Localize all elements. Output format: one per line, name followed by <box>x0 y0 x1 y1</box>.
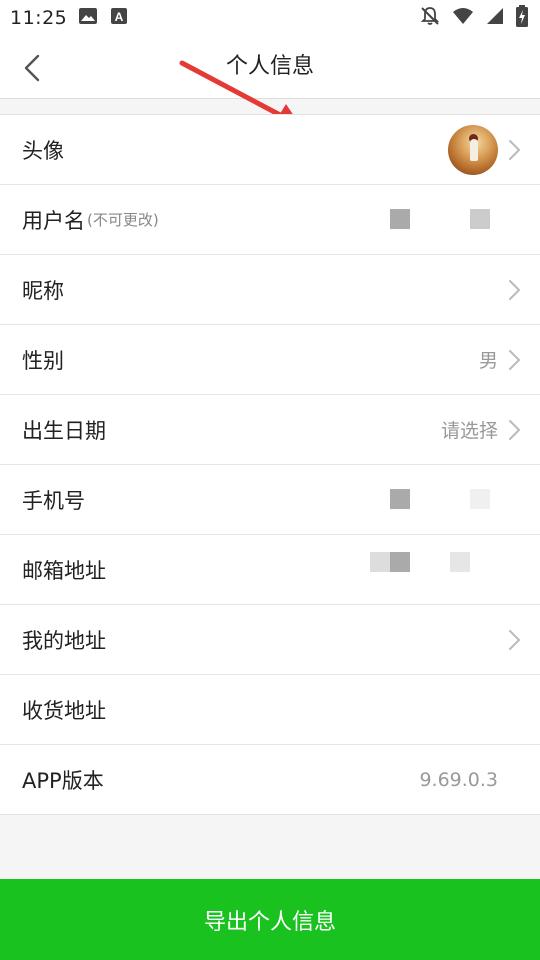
redacted-block <box>390 489 410 509</box>
redacted-block <box>390 209 410 229</box>
row-nickname[interactable]: 昵称 <box>0 255 540 325</box>
redacted-block <box>470 209 490 229</box>
row-shipping-address[interactable]: 收货地址 <box>0 675 540 745</box>
row-label: 收货地址 <box>22 698 106 723</box>
row-app-version: APP版本 9.69.0.3 <box>0 745 540 814</box>
profile-list: 头像 用户名(不可更改) 昵称 性别 男 出生日期 请选择 手机号 邮箱地址 <box>0 114 540 815</box>
row-label: 性别 <box>22 348 64 373</box>
signal-icon <box>486 7 504 29</box>
row-username: 用户名 (不可更改) <box>0 185 540 255</box>
export-personal-info-button[interactable]: 导出个人信息 <box>0 879 540 960</box>
svg-text:A: A <box>115 10 124 24</box>
redacted-block <box>390 552 410 572</box>
username-note: (不可更改) <box>87 211 159 229</box>
row-email: 邮箱地址 <box>0 535 540 605</box>
row-my-address[interactable]: 我的地址 <box>0 605 540 675</box>
a-notification-icon: A <box>111 8 128 28</box>
row-birthday[interactable]: 出生日期 请选择 <box>0 395 540 465</box>
chevron-right-icon <box>509 629 520 650</box>
bell-off-icon <box>420 6 440 30</box>
redacted-block <box>450 552 470 572</box>
status-bar: 11:25 A <box>0 0 540 36</box>
chevron-right-icon <box>509 419 520 440</box>
row-label: 昵称 <box>22 278 64 303</box>
row-label: 邮箱地址 <box>22 558 106 583</box>
redacted-block <box>370 552 390 572</box>
wifi-icon <box>452 7 474 29</box>
row-avatar[interactable]: 头像 <box>0 115 540 185</box>
redacted-block <box>470 489 490 509</box>
row-label: 手机号 <box>22 488 85 513</box>
chevron-right-icon <box>509 279 520 300</box>
gender-value: 男 <box>478 350 498 372</box>
row-label: 我的地址 <box>22 628 106 653</box>
battery-charging-icon <box>516 5 528 31</box>
row-label: 头像 <box>22 138 64 163</box>
image-icon <box>79 8 98 28</box>
row-label: APP版本 <box>22 768 104 793</box>
row-gender[interactable]: 性别 男 <box>0 325 540 395</box>
avatar[interactable] <box>448 125 498 175</box>
back-button[interactable] <box>14 50 50 86</box>
chevron-left-icon <box>24 54 40 82</box>
chevron-right-icon <box>509 139 520 160</box>
row-label: 出生日期 <box>22 418 106 443</box>
chevron-right-icon <box>509 349 520 370</box>
app-version-value: 9.69.0.3 <box>419 768 498 791</box>
birthday-value: 请选择 <box>440 420 498 442</box>
row-phone: 手机号 <box>0 465 540 535</box>
row-label: 用户名 <box>22 208 85 233</box>
status-time: 11:25 <box>10 7 68 29</box>
